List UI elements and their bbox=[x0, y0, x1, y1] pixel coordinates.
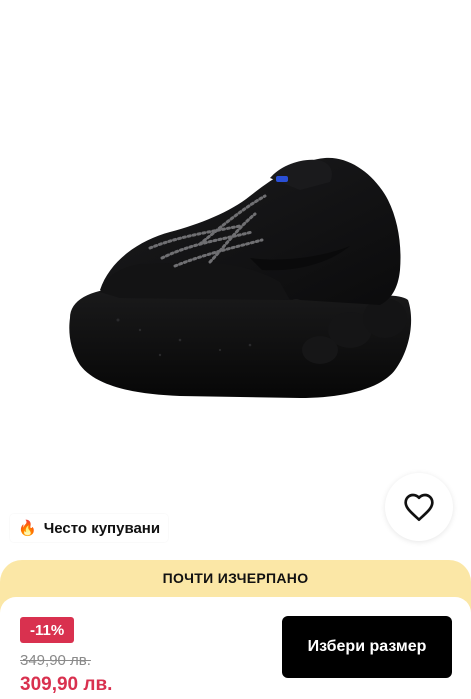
popular-badge: 🔥 Често купувани bbox=[10, 514, 169, 542]
discount-badge: -11% bbox=[20, 617, 75, 643]
low-stock-text: ПОЧТИ ИЗЧЕРПАНО bbox=[162, 570, 309, 586]
sneaker-image bbox=[69, 157, 412, 398]
current-price: 309,90 лв. bbox=[20, 674, 113, 695]
product-page: 🔥 Често купувани ПОЧТИ ИЗЧЕРПАНО -11% 34… bbox=[0, 0, 471, 699]
product-image[interactable] bbox=[0, 0, 471, 560]
purchase-panel: -11% 349,90 лв. 309,90 лв. Избери размер bbox=[0, 597, 471, 699]
fire-icon: 🔥 bbox=[18, 519, 37, 537]
old-price: 349,90 лв. bbox=[20, 652, 91, 669]
heart-outline-icon bbox=[403, 492, 435, 522]
wishlist-button[interactable] bbox=[385, 473, 453, 541]
popular-badge-label: Често купувани bbox=[43, 519, 161, 537]
select-size-button[interactable]: Избери размер bbox=[282, 616, 452, 678]
